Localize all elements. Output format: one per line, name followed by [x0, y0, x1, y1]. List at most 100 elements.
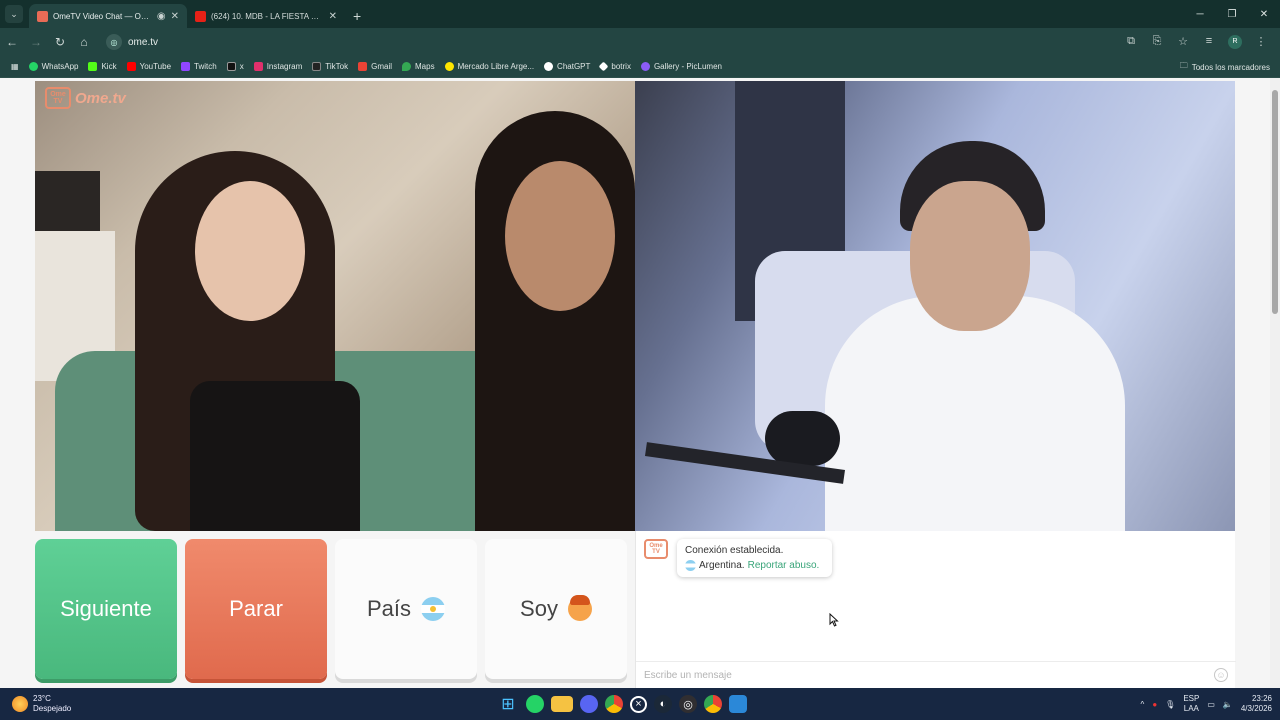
obs-icon[interactable]: ◎ [679, 695, 697, 713]
bookmark-instagram[interactable]: Instagram [249, 62, 308, 71]
gmail-icon [358, 62, 368, 71]
own-camera-video [635, 81, 1235, 531]
bookmark-piclumen[interactable]: Gallery - PicLumen [636, 62, 727, 71]
close-tab-icon[interactable]: ✕ [329, 11, 337, 22]
ometv-favicon-icon [37, 10, 48, 22]
plus-icon[interactable]: + [353, 8, 361, 24]
steam-icon[interactable]: ◐ [654, 695, 672, 713]
site-info-icon[interactable]: ◎ [106, 34, 122, 50]
file-explorer-icon[interactable] [551, 696, 573, 712]
kick-icon [88, 62, 98, 71]
message-input[interactable]: Escribe un mensaje ☺ [636, 661, 1236, 688]
windows-taskbar: 23°C Despejado ⊞ × ◐ ◎ ^ ● 🎙 ESP LAA ▭ 🔈… [0, 688, 1280, 720]
tab-youtube[interactable]: (624) 10. MDB - LA FIESTA ES D ✕ [187, 4, 345, 28]
report-abuse-link[interactable]: Reportar abuso. [748, 558, 820, 573]
piclumen-icon [640, 62, 650, 71]
system-message: Conexión establecida. Argentina. Reporta… [677, 539, 832, 577]
bookmark-youtube[interactable]: YouTube [122, 62, 176, 71]
country-button-label: País [366, 596, 412, 621]
all-bookmarks[interactable]: 🗀 Todos los marcadores [1180, 56, 1270, 78]
minimize-icon[interactable]: ─ [1184, 0, 1216, 28]
photos-icon[interactable] [729, 695, 747, 713]
chat-panel: Ome TV Conexión establecida. Argentina. … [635, 531, 1236, 688]
microphone-icon[interactable]: 🎙 [1165, 700, 1175, 709]
folder-icon: 🗀 [1179, 61, 1188, 70]
volume-icon[interactable]: 🔈 [1223, 700, 1233, 709]
video-top-1 [190, 381, 360, 531]
profile-avatar[interactable]: R [1228, 35, 1242, 49]
forward-arrow-icon[interactable]: → [24, 35, 48, 49]
bookmark-gmail[interactable]: Gmail [353, 62, 397, 71]
weather-widget[interactable]: 23°C Despejado [12, 694, 71, 714]
twitch-icon [181, 62, 191, 71]
bookmark-whatsapp[interactable]: WhatsApp [24, 62, 84, 71]
bookmark-x[interactable]: x [222, 62, 249, 71]
xbox-icon[interactable]: × [630, 695, 647, 713]
ometv-logo: Ome TV Ome.tv [45, 87, 126, 109]
bookmark-mercadolibre[interactable]: Mercado Libre Arge... [440, 62, 539, 71]
discord-icon[interactable] [580, 695, 598, 713]
bookmark-botrix[interactable]: botrix [595, 61, 636, 72]
ometv-logo-text: Ome.tv [75, 89, 126, 107]
emoji-icon[interactable]: ☺ [1214, 668, 1228, 682]
whatsapp-app-icon[interactable] [526, 695, 544, 713]
bookmarks-bar: ▦ WhatsApp Kick YouTube Twitch x Instagr… [0, 56, 1280, 78]
taskbar-clock[interactable]: 23:26 4/3/2026 [1241, 694, 1272, 714]
install-app-icon[interactable]: ⎘ [1146, 35, 1168, 49]
scrollbar-thumb[interactable] [1272, 90, 1278, 314]
video-person-3 [825, 296, 1125, 531]
tab-search-icon[interactable]: ⌄ [5, 5, 23, 23]
page-scrollbar[interactable] [1270, 78, 1280, 688]
chrome-active-icon[interactable] [704, 695, 722, 713]
video-microphone [765, 411, 840, 466]
browser-toolbar: ← → ↻ ⌂ ◎ ome.tv ⧉ ⎘ ☆ ≡ R ⋮ [0, 28, 1280, 56]
temperature: 23°C [33, 694, 51, 703]
next-button-label: Siguiente [60, 596, 152, 621]
reload-icon[interactable]: ↻ [48, 35, 72, 49]
bookmark-chatgpt[interactable]: ChatGPT [539, 62, 595, 71]
next-button[interactable]: Siguiente [35, 539, 177, 679]
translate-icon[interactable]: ⧉ [1120, 35, 1142, 49]
system-tray: ^ ● 🎙 ESP LAA ▭ 🔈 23:26 4/3/2026 [1141, 688, 1272, 720]
chrome-icon[interactable] [605, 695, 623, 713]
apps-grid-icon[interactable]: ▦ [6, 62, 24, 71]
close-tab-icon[interactable]: ✕ [171, 11, 179, 22]
boy-emoji-icon [567, 595, 592, 621]
tab-ometv[interactable]: OmeTV Video Chat — Omeg ◉ ✕ [29, 4, 187, 28]
bookmark-kick[interactable]: Kick [83, 62, 121, 71]
youtube-icon [126, 62, 136, 71]
connection-status-text: Conexión establecida. [685, 545, 784, 556]
tab-title: (624) 10. MDB - LA FIESTA ES D [211, 11, 324, 21]
video-face-3 [910, 181, 1030, 331]
instagram-icon [253, 62, 263, 71]
address-bar[interactable]: ◎ ome.tv [106, 31, 1120, 53]
country-filter-button[interactable]: País [335, 539, 477, 679]
video-face-1 [195, 181, 305, 321]
bookmark-maps[interactable]: Maps [397, 62, 440, 71]
taskbar-apps: ⊞ × ◐ ◎ [497, 688, 747, 720]
bookmark-tiktok[interactable]: TikTok [307, 62, 353, 71]
bookmark-twitch[interactable]: Twitch [176, 62, 222, 71]
botrix-icon [598, 61, 609, 72]
ometv-logo-icon: Ome TV [644, 539, 668, 559]
close-window-icon[interactable]: ✕ [1248, 0, 1280, 28]
argentina-flag-icon [421, 597, 446, 621]
more-menu-icon[interactable]: ⋮ [1250, 35, 1272, 49]
home-icon[interactable]: ⌂ [72, 35, 96, 49]
stop-button[interactable]: Parar [185, 539, 327, 679]
bookmark-star-icon[interactable]: ☆ [1172, 35, 1194, 49]
reading-list-icon[interactable]: ≡ [1198, 35, 1220, 49]
input-language[interactable]: ESP LAA [1183, 694, 1199, 714]
tab-title: OmeTV Video Chat — Omeg [53, 11, 152, 21]
back-arrow-icon[interactable]: ← [0, 35, 24, 49]
network-icon[interactable]: ▭ [1207, 700, 1215, 709]
restore-icon[interactable]: ❐ [1216, 0, 1248, 28]
video-face-2 [505, 161, 615, 311]
gender-select-button[interactable]: Soy [485, 539, 627, 679]
tray-app-icon[interactable]: ● [1152, 700, 1157, 709]
windows-start-icon[interactable]: ⊞ [497, 693, 519, 715]
weather-sun-icon [12, 696, 28, 712]
message-input-placeholder: Escribe un mensaje [644, 669, 732, 681]
chevron-up-icon[interactable]: ^ [1141, 700, 1145, 709]
record-icon: ◉ [156, 10, 166, 22]
